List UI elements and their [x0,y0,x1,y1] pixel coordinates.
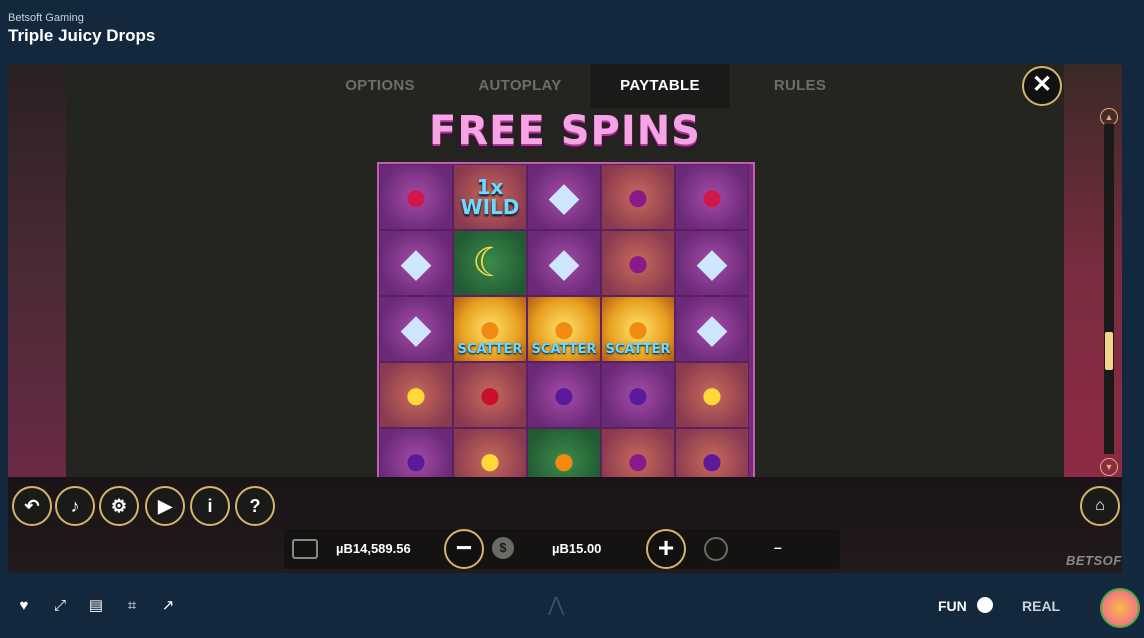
plum-symbol: ● [601,428,675,479]
autoplay-button[interactable]: ▶ [145,486,185,526]
win-value: – [774,539,782,555]
award-icon [704,537,728,561]
help-button[interactable]: ? [235,486,275,526]
control-bar: ↶ ♪ ⚙ ▶ i ? µB14,589.56 − $ µB15.00 + – … [8,477,1122,573]
raspberry-symbol: ● [675,164,749,230]
balance-value: µB14,589.56 [336,541,411,556]
avatar[interactable] [1100,588,1140,628]
top-header: Betsoft Gaming Triple Juicy Drops [0,0,1144,60]
real-mode-label[interactable]: REAL [1022,598,1060,614]
scrollbar-track[interactable] [1104,124,1114,454]
bet-bar: µB14,589.56 − $ µB15.00 + – [284,529,840,569]
cherry-symbol: ● [453,362,527,428]
back-icon: ↶ [24,496,40,516]
info-button[interactable]: i [190,486,230,526]
banana-symbol: ☾ [453,230,527,296]
tab-rules[interactable]: RULES [730,64,870,108]
bet-value: µB15.00 [552,541,602,556]
provider-name: Betsoft Gaming [8,12,84,24]
diamond-symbol: ◆ [379,230,453,296]
grapes-symbol: ● [601,362,675,428]
home-icon: ⌂ [1095,497,1105,514]
game-title: Triple Juicy Drops [8,26,156,45]
sound-button[interactable]: ♪ [55,486,95,526]
plum-symbol: ● [601,164,675,230]
orange-symbol: ● [527,428,601,479]
diamond-symbol: ◆ [675,230,749,296]
minus-icon: − [455,532,473,563]
plum-symbol: ● [601,230,675,296]
lemon-symbol: ● [453,428,527,479]
lemon-symbol: ● [379,362,453,428]
diamond-symbol: ◆ [527,230,601,296]
menu-tabs: OPTIONS AUTOPLAY PAYTABLE RULES [310,64,870,108]
tab-paytable[interactable]: PAYTABLE [590,64,730,108]
raspberry-symbol: ● [379,164,453,230]
lemon-symbol: ● [675,362,749,428]
coins-icon: $ [492,537,514,559]
site-logo-icon: ⋀ [548,594,565,616]
close-button[interactable]: ✕ [1022,66,1062,106]
scatter-symbol: ● SCATTER [453,296,527,362]
increase-bet-button[interactable]: + [646,529,686,569]
wild-symbol: 1x WILD [453,164,527,230]
grapes-symbol: ● [675,428,749,479]
home-button[interactable]: ⌂ [1080,486,1120,526]
external-link-icon[interactable]: ↗ [158,596,178,616]
expand-icon[interactable]: ⤢ [50,596,70,616]
autoplay-icon: ▶ [158,496,172,516]
scroll-down-icon[interactable]: ▼ [1100,458,1118,476]
info-icon: i [207,496,213,516]
back-button[interactable]: ↶ [12,486,52,526]
diamond-symbol: ◆ [675,296,749,362]
diamond-symbol: ◆ [379,296,453,362]
settings-button[interactable]: ⚙ [99,486,139,526]
reel-grid-example: ● 1x WILD ◆ ● ● ◆ ☾ ◆ ● ◆ ◆ ● SCATTER ● SC… [377,162,755,479]
sound-icon: ♪ [70,496,80,516]
grapes-symbol: ● [527,362,601,428]
wallet-icon [292,539,318,559]
screenshot-icon[interactable]: ⌗ [122,596,142,616]
grapes-symbol: ● [379,428,453,479]
plus-icon: + [657,532,675,563]
heart-icon[interactable]: ♥ [14,596,34,616]
tab-options[interactable]: OPTIONS [310,64,450,108]
betsoft-logo: BETSOFT [1066,553,1122,568]
diamond-symbol: ◆ [527,164,601,230]
section-title: FREE SPINS [429,108,701,154]
fun-mode-label[interactable]: FUN [938,598,967,614]
layout-icon[interactable]: ▤ [86,596,106,616]
mode-toggle[interactable] [977,597,993,613]
scatter-symbol: ● SCATTER [527,296,601,362]
scatter-symbol: ● SCATTER [601,296,675,362]
scrollbar-thumb[interactable] [1105,332,1113,370]
decrease-bet-button[interactable]: − [444,529,484,569]
game-frame: OPTIONS AUTOPLAY PAYTABLE RULES ▲ ▼ ✕ FR… [8,64,1122,573]
help-icon: ? [249,496,261,516]
close-icon: ✕ [1031,71,1053,98]
settings-icon: ⚙ [110,496,128,516]
bottom-toolbar: ♥ ⤢ ▤ ⌗ ↗ ⋀ FUN REAL [0,578,1144,638]
tab-autoplay[interactable]: AUTOPLAY [450,64,590,108]
